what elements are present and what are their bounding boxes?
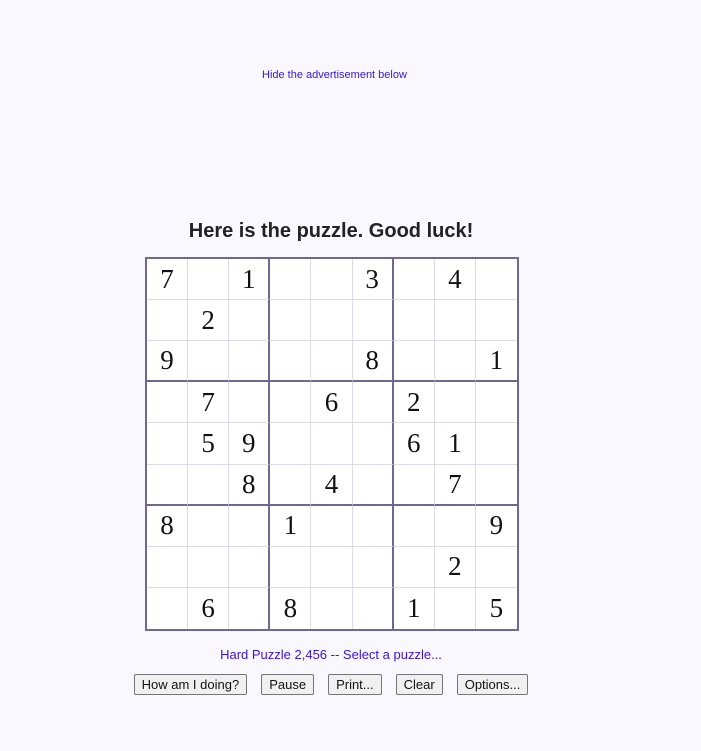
sudoku-cell-r4c8[interactable] (434, 382, 476, 424)
sudoku-cell-r6c1[interactable] (147, 464, 189, 506)
sudoku-cell-r9c4: 8 (270, 587, 312, 629)
sudoku-cell-r7c7[interactable] (393, 505, 435, 547)
sudoku-cell-r3c9: 1 (475, 341, 517, 383)
sudoku-cell-r3c6: 8 (352, 341, 394, 383)
sudoku-cell-r4c6[interactable] (352, 382, 394, 424)
sudoku-cell-r2c4[interactable] (270, 300, 312, 342)
sudoku-cell-r7c3[interactable] (229, 505, 271, 547)
sudoku-cell-r9c3[interactable] (229, 587, 271, 629)
sudoku-cell-r8c5[interactable] (311, 546, 353, 588)
sudoku-cell-r2c9[interactable] (475, 300, 517, 342)
sudoku-cell-r2c6[interactable] (352, 300, 394, 342)
sudoku-cell-r5c9[interactable] (475, 423, 517, 465)
sudoku-cell-r1c2[interactable] (188, 259, 230, 301)
sudoku-cell-r7c5[interactable] (311, 505, 353, 547)
page: Hide the advertisement below Here is the… (0, 0, 701, 751)
sudoku-cell-r9c6[interactable] (353, 587, 394, 629)
sudoku-cell-r2c8[interactable] (434, 300, 476, 342)
sudoku-cell-r4c1[interactable] (147, 382, 189, 424)
sudoku-cell-r7c8[interactable] (434, 505, 476, 547)
sudoku-cell-r1c8: 4 (434, 259, 476, 301)
sudoku-cell-r9c2: 6 (188, 587, 230, 629)
sudoku-cell-r5c6[interactable] (352, 423, 394, 465)
sudoku-cell-r4c5: 6 (311, 382, 353, 424)
sudoku-cell-r1c3: 1 (229, 259, 271, 301)
sudoku-cell-r4c9[interactable] (475, 382, 517, 424)
sudoku-cell-r7c1: 8 (147, 505, 189, 547)
sudoku-cell-r7c2[interactable] (188, 505, 230, 547)
sudoku-cell-r1c6: 3 (352, 259, 394, 301)
pause-button[interactable]: Pause (261, 674, 315, 695)
sudoku-cell-r5c1[interactable] (147, 423, 189, 465)
sudoku-cell-r6c7[interactable] (393, 464, 435, 506)
sudoku-cell-r8c9[interactable] (475, 547, 517, 588)
sudoku-cell-r3c4[interactable] (270, 341, 312, 383)
sudoku-cell-r6c9[interactable] (475, 465, 517, 506)
sudoku-cell-r6c4[interactable] (270, 464, 312, 506)
sudoku-cell-r5c5[interactable] (311, 423, 353, 465)
sudoku-cell-r6c8: 7 (434, 464, 476, 506)
sudoku-cell-r3c1: 9 (147, 341, 189, 383)
sudoku-cell-r8c4[interactable] (270, 546, 312, 588)
page-title: Here is the puzzle. Good luck! (188, 220, 474, 242)
sudoku-cell-r6c6[interactable] (352, 464, 394, 506)
sudoku-cell-r2c2: 2 (188, 300, 230, 342)
sudoku-cell-r3c7[interactable] (393, 341, 435, 383)
sudoku-cell-r4c4[interactable] (270, 382, 312, 424)
how-am-i-doing-button[interactable]: How am I doing? (133, 674, 248, 695)
sudoku-cell-r8c6[interactable] (352, 546, 394, 588)
sudoku-cell-r2c3[interactable] (229, 300, 271, 342)
sudoku-cell-r5c8: 1 (434, 423, 476, 465)
sudoku-cell-r5c4[interactable] (270, 423, 312, 465)
sudoku-cell-r3c8[interactable] (434, 341, 476, 383)
sudoku-cell-r9c1[interactable] (147, 587, 189, 629)
sudoku-cell-r9c5[interactable] (311, 587, 353, 629)
sudoku-grid: 71342981762596184781926815 (145, 257, 519, 631)
sudoku-cell-r6c2[interactable] (188, 464, 230, 506)
sudoku-cell-r1c7[interactable] (393, 259, 435, 301)
sudoku-cell-r8c2[interactable] (188, 546, 230, 588)
clear-button[interactable]: Clear (395, 674, 443, 695)
sudoku-cell-r1c9[interactable] (475, 259, 517, 301)
sudoku-cell-r4c2: 7 (188, 382, 230, 424)
sudoku-cell-r1c1: 7 (147, 259, 189, 301)
sudoku-cell-r2c7[interactable] (393, 300, 435, 342)
sudoku-cell-r3c5[interactable] (311, 341, 353, 383)
options-button[interactable]: Options... (456, 674, 529, 695)
sudoku-cell-r7c4: 1 (270, 505, 312, 547)
sudoku-cell-r8c7[interactable] (393, 546, 435, 588)
sudoku-cell-r8c8: 2 (434, 546, 476, 588)
select-puzzle-link[interactable]: Hard Puzzle 2,456 -- Select a puzzle... (0, 647, 662, 662)
sudoku-cell-r5c3: 9 (229, 423, 271, 465)
sudoku-cell-r3c3[interactable] (229, 341, 271, 383)
sudoku-cell-r6c5: 4 (311, 464, 353, 506)
sudoku-cell-r8c3[interactable] (229, 546, 271, 588)
sudoku-cell-r1c5[interactable] (311, 259, 353, 301)
sudoku-cell-r8c1[interactable] (147, 546, 189, 588)
hide-ad-link[interactable]: Hide the advertisement below (262, 69, 407, 81)
sudoku-cell-r2c1[interactable] (147, 300, 189, 342)
sudoku-cell-r7c6[interactable] (352, 505, 394, 547)
sudoku-cell-r1c4[interactable] (270, 259, 312, 301)
sudoku-cell-r7c9: 9 (475, 506, 517, 547)
print-button[interactable]: Print... (328, 674, 382, 695)
sudoku-cell-r9c9: 5 (489, 592, 504, 623)
sudoku-cell-r5c2: 5 (188, 423, 230, 465)
sudoku-cell-r5c7: 6 (393, 423, 435, 465)
sudoku-cell-r4c7: 2 (393, 382, 435, 424)
sudoku-cell-r3c2[interactable] (188, 341, 230, 383)
sudoku-cell-r2c5[interactable] (311, 300, 353, 342)
button-bar: How am I doing? Pause Print... Clear Opt… (0, 674, 662, 695)
sudoku-cell-r9c7: 1 (394, 587, 435, 629)
sudoku-cell-r4c3[interactable] (229, 382, 271, 424)
sudoku-cell-r6c3: 8 (229, 464, 271, 506)
sudoku-cell-r9c8[interactable] (435, 587, 476, 629)
